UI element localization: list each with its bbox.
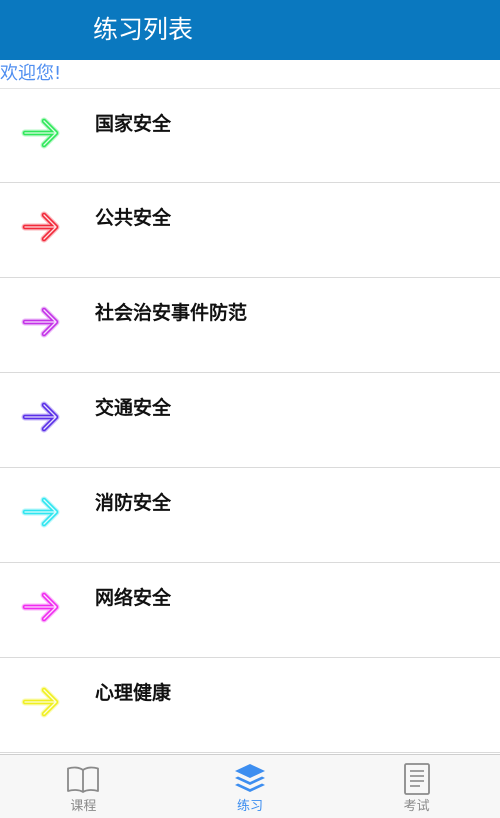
practice-item-mental-health[interactable]: 心理健康	[0, 658, 500, 753]
arrow-right-icon	[20, 680, 64, 724]
document-icon	[399, 761, 435, 797]
layers-icon	[232, 761, 268, 797]
tab-exam[interactable]: 考试	[333, 755, 500, 818]
arrow-right-icon	[20, 300, 64, 344]
practice-item-traffic-safety[interactable]: 交通安全	[0, 373, 500, 468]
tab-label: 考试	[403, 799, 430, 814]
arrow-right-icon	[20, 111, 64, 155]
page-title: 练习列表	[93, 15, 194, 44]
tab-label: 课程	[70, 799, 97, 814]
practice-item-public-security[interactable]: 公共安全	[0, 183, 500, 278]
tab-courses[interactable]: 课程	[0, 755, 167, 818]
practice-item-label: 公共安全	[95, 207, 172, 229]
app-screen: 练习列表 欢迎您! 国家安全 公共安全 社会治安事件防范 交通安全 消防安全 网…	[0, 0, 500, 818]
arrow-right-icon	[20, 585, 64, 629]
practice-item-fire-safety[interactable]: 消防安全	[0, 468, 500, 563]
practice-list: 国家安全 公共安全 社会治安事件防范 交通安全 消防安全 网络安全 心理健康	[0, 88, 500, 753]
practice-item-label: 消防安全	[95, 492, 172, 514]
header-bar: 练习列表	[0, 0, 500, 60]
book-icon	[65, 761, 101, 797]
practice-item-label: 网络安全	[95, 587, 172, 609]
practice-item-network-security[interactable]: 网络安全	[0, 563, 500, 658]
practice-item-label: 社会治安事件防范	[95, 302, 248, 324]
welcome-text: 欢迎您!	[0, 63, 62, 84]
arrow-right-icon	[20, 395, 64, 439]
tab-practice[interactable]: 练习	[167, 755, 334, 818]
practice-item-label: 国家安全	[95, 113, 172, 135]
practice-item-label: 心理健康	[95, 682, 172, 704]
practice-item-label: 交通安全	[95, 397, 172, 419]
practice-item-social-security[interactable]: 社会治安事件防范	[0, 278, 500, 373]
arrow-right-icon	[20, 205, 64, 249]
bottom-tab-bar: 课程 练习 考试	[0, 754, 500, 818]
practice-item-national-security[interactable]: 国家安全	[0, 88, 500, 183]
tab-label: 练习	[237, 799, 264, 814]
arrow-right-icon	[20, 490, 64, 534]
